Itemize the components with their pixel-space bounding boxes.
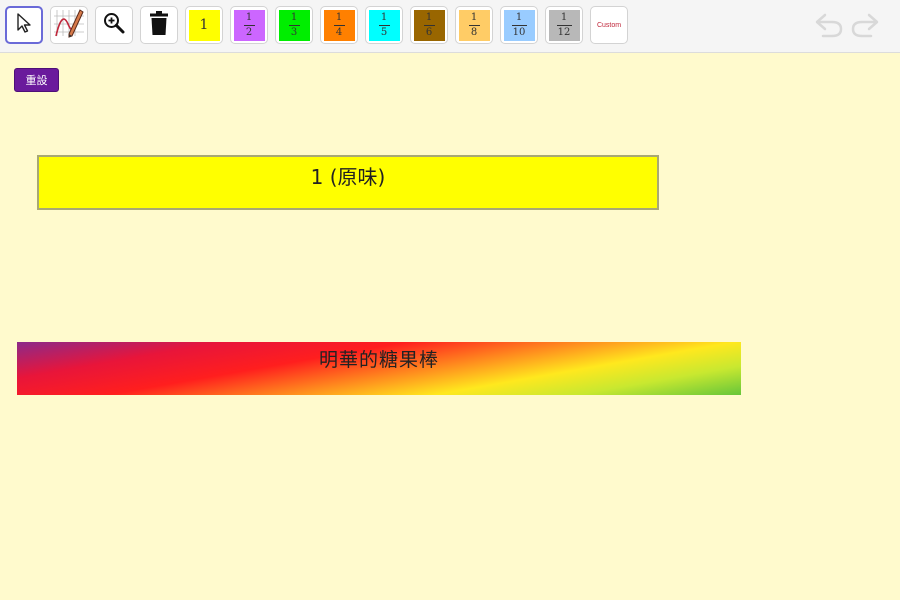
fraction-1-6-swatch: 1 6	[413, 9, 445, 41]
fraction-1-4: 1 4	[333, 11, 345, 38]
whole-bar[interactable]: 1 (原味)	[37, 155, 659, 210]
fraction-1-8-swatch: 1 8	[458, 9, 490, 41]
pen-graph-icon	[52, 6, 86, 44]
fraction-bar	[468, 24, 480, 26]
fraction-numerator: 1	[560, 11, 568, 23]
fraction-1-2-swatch: 1 2	[233, 9, 265, 41]
redo-button[interactable]	[850, 12, 880, 42]
fraction-denominator: 5	[380, 26, 388, 38]
fraction-1-numerator: 1	[199, 17, 209, 33]
pointer-arrow-icon	[14, 12, 34, 38]
reset-button[interactable]: 重設	[14, 68, 59, 92]
candy-bar[interactable]: 明華的糖果棒	[17, 342, 741, 395]
fraction-1-5-swatch: 1 5	[368, 9, 400, 41]
fraction-1-10-swatch: 1 10	[503, 9, 535, 41]
delete-tool-button[interactable]	[140, 6, 178, 44]
fraction-1-swatch: 1	[188, 9, 220, 41]
fraction-bar	[511, 24, 527, 26]
fraction-numerator: 1	[245, 11, 253, 23]
fraction-denominator: 6	[425, 26, 433, 38]
fraction-1-8: 1 8	[468, 11, 480, 38]
fraction-numerator: 1	[335, 11, 343, 23]
fraction-1-12: 1 12	[556, 11, 572, 38]
fraction-bar	[243, 24, 255, 26]
move-tool-button[interactable]	[5, 6, 43, 44]
fraction-1-6: 1 6	[423, 11, 435, 38]
fraction-numerator: 1	[290, 11, 298, 23]
trash-icon	[149, 10, 169, 40]
fraction-1-4-button[interactable]: 1 4	[320, 6, 358, 44]
fraction-numerator: 1	[425, 11, 433, 23]
fraction-bar	[333, 24, 345, 26]
whole-bar-label: 1 (原味)	[310, 165, 386, 189]
fraction-numerator: 1	[515, 11, 523, 23]
fraction-1-3: 1 3	[288, 11, 300, 38]
custom-fraction-button[interactable]: Custom	[590, 6, 628, 44]
fraction-1-4-swatch: 1 4	[323, 9, 355, 41]
fraction-1-3-swatch: 1 3	[278, 9, 310, 41]
fraction-denominator: 10	[512, 26, 526, 38]
fraction-1-2: 1 2	[243, 11, 255, 38]
undo-icon	[814, 12, 844, 42]
fraction-denominator: 2	[245, 26, 253, 38]
toolbar: 1 1 2 1 3 1 4 1 5 1 6 1 8 1 10 1 12 Cust…	[0, 0, 900, 53]
reset-button-label: 重設	[25, 74, 48, 87]
fraction-numerator: 1	[470, 11, 478, 23]
fraction-bar	[288, 24, 300, 26]
fraction-1-6-button[interactable]: 1 6	[410, 6, 448, 44]
pen-tool-button[interactable]	[50, 6, 88, 44]
fraction-denominator: 8	[470, 26, 478, 38]
fraction-denominator: 3	[290, 26, 298, 38]
fraction-1-8-button[interactable]: 1 8	[455, 6, 493, 44]
fraction-denominator: 12	[557, 26, 571, 38]
fraction-1-10: 1 10	[511, 11, 527, 38]
zoom-in-icon	[102, 11, 126, 39]
fraction-1-12-swatch: 1 12	[548, 9, 580, 41]
fraction-1-12-button[interactable]: 1 12	[545, 6, 583, 44]
fraction-bar	[423, 24, 435, 26]
candy-bar-label: 明華的糖果棒	[318, 349, 439, 371]
fraction-1-5: 1 5	[378, 11, 390, 38]
undo-button[interactable]	[814, 12, 844, 42]
custom-label: Custom	[596, 21, 622, 29]
fraction-numerator: 1	[380, 11, 388, 23]
fraction-1-3-button[interactable]: 1 3	[275, 6, 313, 44]
fraction-1-5-button[interactable]: 1 5	[365, 6, 403, 44]
zoom-tool-button[interactable]	[95, 6, 133, 44]
fraction-1-2-button[interactable]: 1 2	[230, 6, 268, 44]
fraction-denominator: 4	[335, 26, 343, 38]
fraction-bar	[556, 24, 572, 26]
fraction-bar	[378, 24, 390, 26]
fraction-1-button[interactable]: 1	[185, 6, 223, 44]
fraction-1-10-button[interactable]: 1 10	[500, 6, 538, 44]
redo-icon	[850, 12, 880, 42]
